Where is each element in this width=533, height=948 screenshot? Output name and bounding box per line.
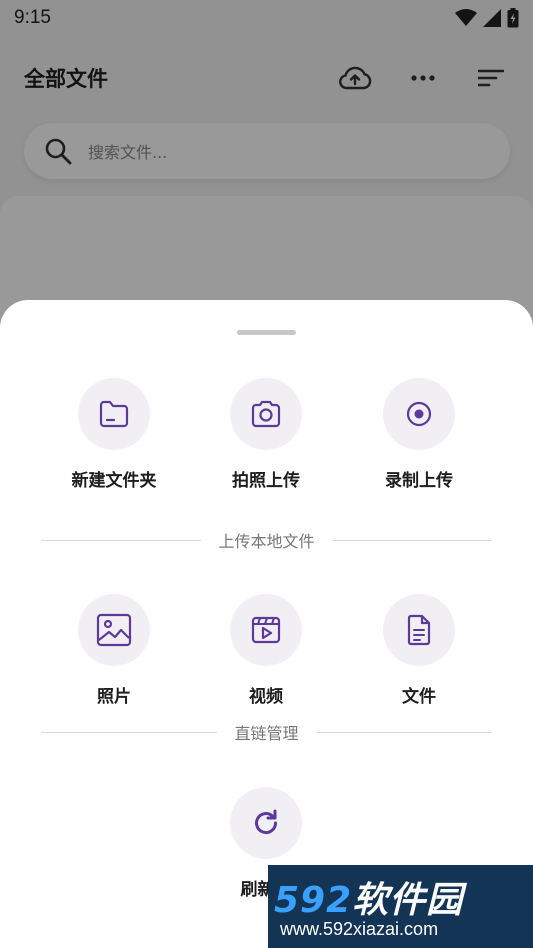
videos-icon-bg: [230, 594, 302, 666]
record-upload-button[interactable]: 录制上传: [359, 378, 479, 491]
photo-upload-label: 拍照上传: [232, 471, 300, 491]
folder-icon: [99, 400, 129, 428]
files-button[interactable]: 文件: [359, 594, 479, 707]
action-bottom-sheet: 新建文件夹 拍照上传 录制上传 上传本地文件 照片 视频 文件 直链管理 刷新所: [0, 300, 533, 948]
photos-label: 照片: [97, 687, 131, 707]
drag-handle[interactable]: [237, 330, 296, 335]
upload-local-section-title: 上传本地文件: [218, 532, 315, 551]
videos-label: 视频: [249, 687, 283, 707]
new-folder-button[interactable]: 新建文件夹: [54, 378, 174, 491]
files-label: 文件: [402, 687, 436, 707]
photos-button[interactable]: 照片: [54, 594, 174, 707]
direct-link-section-title: 直链管理: [234, 724, 299, 743]
record-upload-icon-bg: [383, 378, 455, 450]
refresh-icon-bg: [230, 787, 302, 859]
photo-upload-icon-bg: [230, 378, 302, 450]
video-icon: [251, 616, 281, 644]
direct-link-divider: 直链管理: [41, 722, 493, 743]
watermark-url: www.592xiazai.com: [280, 919, 439, 939]
files-icon-bg: [383, 594, 455, 666]
image-icon: [96, 613, 132, 647]
photos-icon-bg: [78, 594, 150, 666]
new-folder-icon-bg: [78, 378, 150, 450]
photo-upload-button[interactable]: 拍照上传: [206, 378, 326, 491]
refresh-icon: [255, 809, 278, 835]
videos-button[interactable]: 视频: [206, 594, 326, 707]
record-icon: [406, 401, 432, 427]
camera-icon: [251, 400, 281, 428]
watermark: 592软件园 www.592xiazai.com: [268, 865, 533, 948]
new-folder-label: 新建文件夹: [71, 471, 157, 491]
record-upload-label: 录制上传: [385, 471, 453, 491]
document-icon: [407, 614, 431, 646]
watermark-brand: 592软件园: [274, 880, 464, 921]
upload-local-divider: 上传本地文件: [41, 530, 493, 551]
